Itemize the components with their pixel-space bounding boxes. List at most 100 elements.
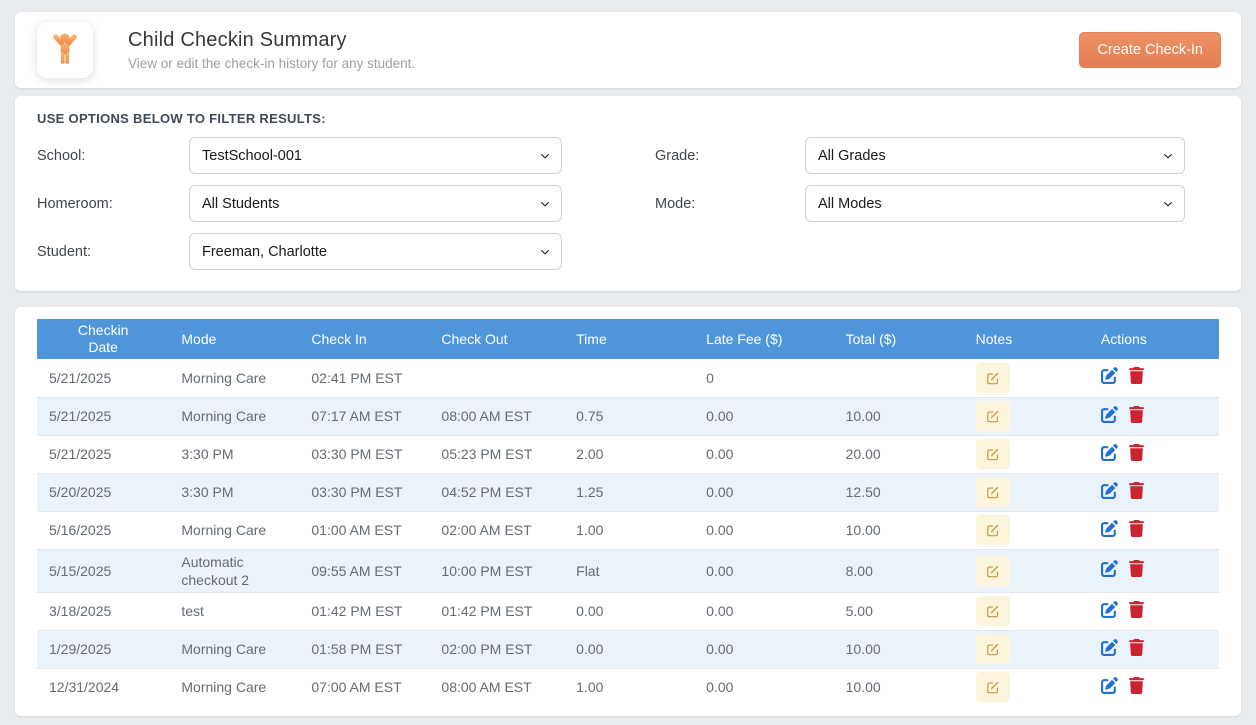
mode-label: Mode: (655, 196, 805, 212)
student-label: Student: (37, 244, 189, 260)
delete-button[interactable] (1129, 677, 1144, 694)
table-header-row: Checkin DateModeCheck InCheck OutTimeLat… (37, 319, 1219, 359)
delete-button[interactable] (1129, 482, 1144, 499)
edit-button[interactable] (1101, 520, 1118, 537)
cell-total: 10.00 (834, 668, 964, 706)
delete-button[interactable] (1129, 520, 1144, 537)
cell-time: 0.00 (564, 630, 694, 668)
cell-total: 20.00 (834, 435, 964, 473)
notes-button[interactable] (976, 634, 1010, 664)
cell-notes (964, 668, 1089, 706)
cell-time: 1.25 (564, 473, 694, 511)
cell-late-fee: 0.00 (694, 397, 833, 435)
edit-button[interactable] (1101, 560, 1118, 577)
edit-button[interactable] (1101, 601, 1118, 618)
trash-icon (1129, 444, 1144, 461)
column-header-actions: Actions (1089, 319, 1219, 359)
edit-pencil-icon (1101, 560, 1118, 577)
school-label: School: (37, 148, 189, 164)
cell-notes (964, 359, 1089, 397)
cell-checkin-date: 5/21/2025 (37, 397, 169, 435)
cell-check-in: 01:42 PM EST (299, 592, 429, 630)
cell-time: 1.00 (564, 511, 694, 549)
notes-button[interactable] (976, 596, 1010, 626)
notes-button[interactable] (976, 439, 1010, 469)
notes-button[interactable] (976, 477, 1010, 507)
cell-check-out: 01:42 PM EST (429, 592, 564, 630)
delete-button[interactable] (1129, 601, 1144, 618)
edit-pencil-icon (1101, 367, 1118, 384)
note-edit-icon (986, 409, 1000, 423)
note-edit-icon (986, 564, 1000, 578)
table-row: 1/29/2025Morning Care01:58 PM EST02:00 P… (37, 630, 1219, 668)
edit-pencil-icon (1101, 601, 1118, 618)
cell-notes (964, 592, 1089, 630)
delete-button[interactable] (1129, 406, 1144, 423)
cell-checkin-date: 5/21/2025 (37, 359, 169, 397)
cell-check-out: 08:00 AM EST (429, 668, 564, 706)
cell-total: 8.00 (834, 549, 964, 592)
table-head: Checkin DateModeCheck InCheck OutTimeLat… (37, 319, 1219, 359)
cell-time: 1.00 (564, 668, 694, 706)
cell-check-out: 04:52 PM EST (429, 473, 564, 511)
checkin-table: Checkin DateModeCheck InCheck OutTimeLat… (37, 319, 1219, 706)
notes-button[interactable] (976, 672, 1010, 702)
cell-total (834, 359, 964, 397)
cell-mode: test (169, 592, 299, 630)
filter-row-1: School: TestSchool-001 Grade: All Grades (37, 137, 1219, 174)
student-select[interactable]: Freeman, Charlotte (189, 233, 562, 270)
cell-notes (964, 549, 1089, 592)
filter-row-3: Student: Freeman, Charlotte (37, 233, 1219, 270)
cell-mode: Morning Care (169, 668, 299, 706)
notes-button[interactable] (976, 363, 1010, 393)
column-header-checkin-date: Checkin Date (37, 319, 169, 359)
note-edit-icon (986, 371, 1000, 385)
delete-button[interactable] (1129, 444, 1144, 461)
cell-check-out: 10:00 PM EST (429, 549, 564, 592)
create-checkin-button[interactable]: Create Check-In (1079, 32, 1221, 68)
cell-mode: Morning Care (169, 511, 299, 549)
header-title-group: Child Checkin Summary View or edit the c… (37, 22, 415, 78)
cell-checkin-date: 5/21/2025 (37, 435, 169, 473)
cell-mode: Automatic checkout 2 (169, 549, 299, 592)
cell-check-out: 05:23 PM EST (429, 435, 564, 473)
cell-notes (964, 473, 1089, 511)
edit-button[interactable] (1101, 367, 1118, 384)
school-select[interactable]: TestSchool-001 (189, 137, 562, 174)
homeroom-select[interactable]: All Students (189, 185, 562, 222)
grade-label: Grade: (655, 148, 805, 164)
delete-button[interactable] (1129, 639, 1144, 656)
edit-button[interactable] (1101, 444, 1118, 461)
edit-button[interactable] (1101, 639, 1118, 656)
edit-pencil-icon (1101, 520, 1118, 537)
edit-pencil-icon (1101, 482, 1118, 499)
table-row: 5/15/2025Automatic checkout 209:55 AM ES… (37, 549, 1219, 592)
cell-late-fee: 0.00 (694, 549, 833, 592)
page-title: Child Checkin Summary (128, 29, 415, 52)
cell-check-out: 08:00 AM EST (429, 397, 564, 435)
cell-late-fee: 0.00 (694, 511, 833, 549)
grade-select[interactable]: All Grades (805, 137, 1185, 174)
edit-pencil-icon (1101, 444, 1118, 461)
column-header-mode: Mode (169, 319, 299, 359)
notes-button[interactable] (976, 401, 1010, 431)
cell-late-fee: 0.00 (694, 630, 833, 668)
trash-icon (1129, 639, 1144, 656)
trash-icon (1129, 601, 1144, 618)
notes-button[interactable] (976, 515, 1010, 545)
table-row: 5/16/2025Morning Care01:00 AM EST02:00 A… (37, 511, 1219, 549)
cell-check-in: 03:30 PM EST (299, 435, 429, 473)
delete-button[interactable] (1129, 560, 1144, 577)
notes-button[interactable] (976, 556, 1010, 586)
edit-button[interactable] (1101, 406, 1118, 423)
delete-button[interactable] (1129, 367, 1144, 384)
cell-actions (1089, 511, 1219, 549)
filter-panel: USE OPTIONS BELOW TO FILTER RESULTS: Sch… (15, 96, 1241, 291)
trash-icon (1129, 677, 1144, 694)
column-header-total: Total ($) (834, 319, 964, 359)
edit-button[interactable] (1101, 677, 1118, 694)
filter-heading: USE OPTIONS BELOW TO FILTER RESULTS: (37, 111, 1219, 126)
edit-button[interactable] (1101, 482, 1118, 499)
cell-notes (964, 630, 1089, 668)
mode-select[interactable]: All Modes (805, 185, 1185, 222)
